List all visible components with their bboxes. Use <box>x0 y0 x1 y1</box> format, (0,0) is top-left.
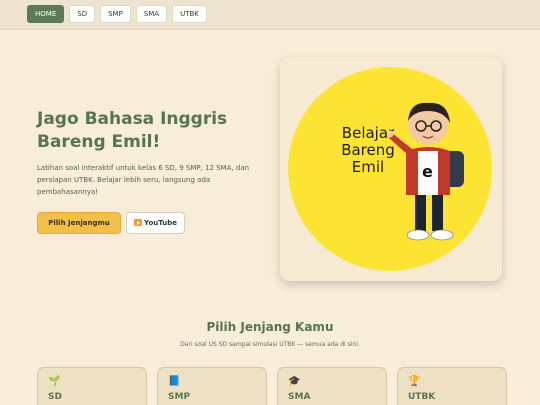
level-cards: 🌱 SD 📘 SMP 🎓 SMA 🏆 UTBK <box>37 367 507 405</box>
nav-sma-button[interactable]: SMA <box>135 5 168 23</box>
youtube-button-label: YouTube <box>144 219 177 227</box>
seedling-icon: 🌱 <box>48 376 61 387</box>
trophy-icon: 🏆 <box>408 376 421 387</box>
yellow-circle-background: Belajar Bareng Emil e <box>288 67 492 271</box>
youtube-play-icon <box>134 219 143 226</box>
level-card-name: SMP <box>168 392 191 402</box>
emil-character-illustration: e <box>388 102 464 241</box>
hero-title: Jago Bahasa Inggris Bareng Emil! <box>37 109 228 152</box>
top-nav-bar: HOME SD SMP SMA UTBK <box>0 0 540 30</box>
nav-smp-button[interactable]: SMP <box>100 5 131 23</box>
levels-section-subtitle: Dari soal US SD sampai simulasi UTBK — s… <box>180 341 360 348</box>
nav-sd-button[interactable]: SD <box>69 5 96 23</box>
youtube-button[interactable]: YouTube <box>126 212 185 234</box>
hero-description: Latihan soal interaktif untuk kelas 6 SD… <box>37 164 250 196</box>
level-card-name: UTBK <box>408 392 436 402</box>
level-card-name: SD <box>48 392 62 402</box>
level-card-sma[interactable]: 🎓 SMA <box>277 367 387 405</box>
hero-illustration-card: Belajar Bareng Emil e <box>280 57 502 281</box>
nav-home-button[interactable]: HOME <box>27 5 65 23</box>
nav-utbk-button[interactable]: UTBK <box>172 5 207 23</box>
choose-level-button[interactable]: Pilih Jenjangmu <box>37 212 121 234</box>
svg-text:e: e <box>422 162 433 181</box>
book-icon: 📘 <box>168 376 181 387</box>
levels-section-title: Pilih Jenjang Kamu <box>206 320 334 334</box>
graduation-cap-icon: 🎓 <box>288 376 301 387</box>
level-card-name: SMA <box>288 392 311 402</box>
level-card-smp[interactable]: 📘 SMP <box>157 367 267 405</box>
level-card-utbk[interactable]: 🏆 UTBK <box>397 367 507 405</box>
level-card-sd[interactable]: 🌱 SD <box>37 367 147 405</box>
main-nav: HOME SD SMP SMA UTBK <box>27 5 207 23</box>
